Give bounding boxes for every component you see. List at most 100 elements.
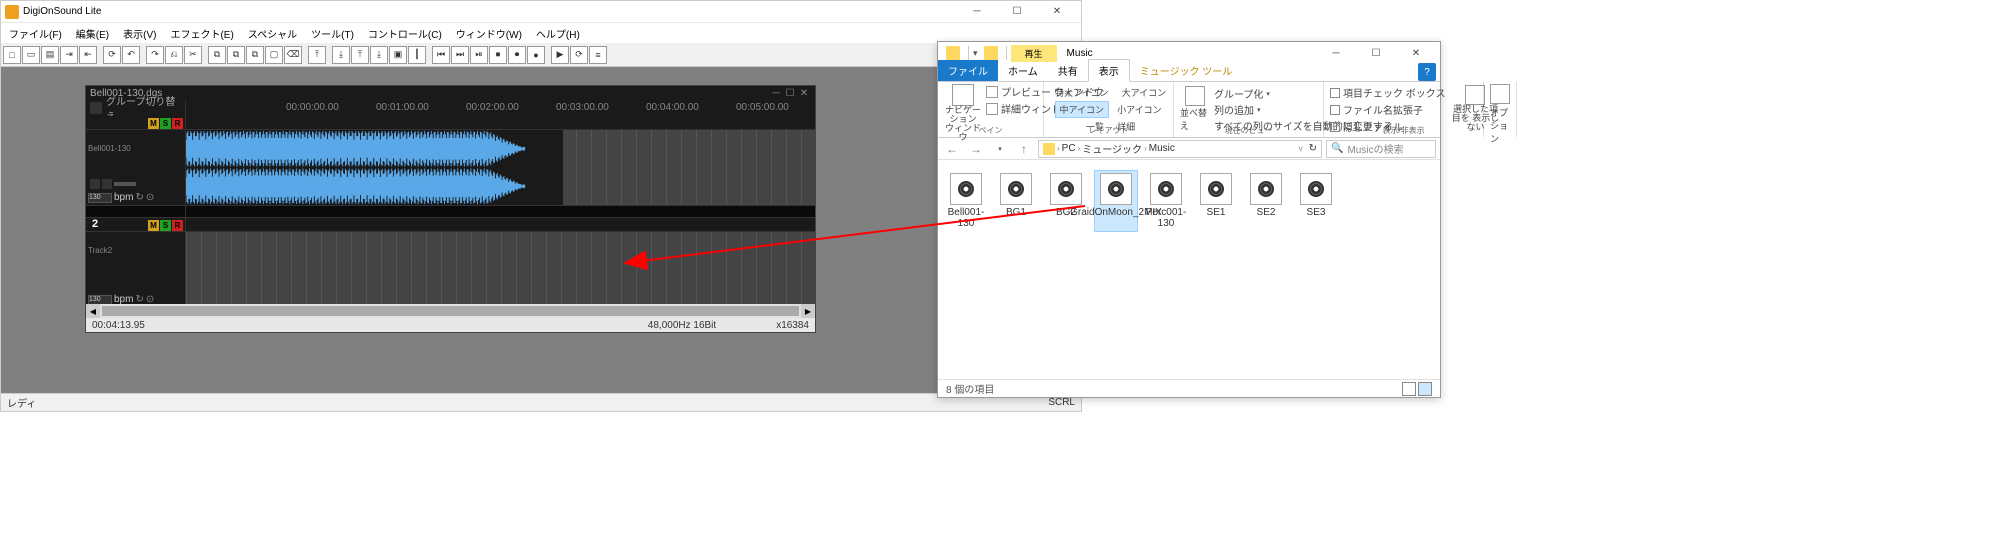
item-checkbox-toggle[interactable]: 項目チェック ボックス	[1330, 85, 1445, 100]
view-large-icon[interactable]	[1418, 382, 1432, 396]
inner-close-button[interactable]: ✕	[797, 87, 811, 99]
toolbar-button[interactable]: ⤒	[308, 46, 326, 64]
time-ruler[interactable]: 00:00:00.00 00:01:00.00 00:02:00.00 00:0…	[286, 100, 815, 114]
ribbon-tab-home[interactable]: ホーム	[998, 60, 1048, 81]
track1-msr[interactable]: MSR	[148, 118, 183, 129]
breadcrumb-item[interactable]: PC	[1062, 143, 1076, 154]
menu-tool[interactable]: ツール(T)	[305, 24, 360, 43]
mini-icon[interactable]	[102, 179, 112, 189]
breadcrumb-item[interactable]: Music	[1149, 143, 1175, 154]
file-item[interactable]: Perc001-130	[1144, 170, 1188, 232]
menu-special[interactable]: スペシャル	[242, 24, 303, 43]
search-input[interactable]: 🔍 Musicの検索	[1326, 140, 1436, 158]
toolbar-button[interactable]: ⤓	[370, 46, 388, 64]
file-item[interactable]: BG1	[994, 170, 1038, 232]
menu-control[interactable]: コントロール(C)	[362, 24, 448, 43]
menu-view[interactable]: 表示(V)	[117, 24, 162, 43]
file-item[interactable]: SE3	[1294, 170, 1338, 232]
toolbar-button[interactable]: ⇤	[79, 46, 97, 64]
target-icon[interactable]: ⊙	[146, 294, 154, 304]
toolbar-button[interactable]: ≡	[589, 46, 607, 64]
toolbar-button[interactable]: ▤	[41, 46, 59, 64]
toolbar-button[interactable]: ⏭	[451, 46, 469, 64]
toolbar-button[interactable]: ⧉	[208, 46, 226, 64]
toolbar-button[interactable]: ↶	[122, 46, 140, 64]
toolbar-button[interactable]: ⏯	[470, 46, 488, 64]
refresh-icon[interactable]: ↻	[1309, 143, 1317, 154]
toolbar-button[interactable]: ⧉	[227, 46, 245, 64]
track1-header[interactable]: Bell001-130 bpm ↻ ⊙	[86, 130, 186, 206]
toolbar-button[interactable]: ●	[527, 46, 545, 64]
menu-file[interactable]: ファイル(F)	[3, 24, 68, 43]
toolbar-button[interactable]: ⇥	[60, 46, 78, 64]
help-icon[interactable]: ?	[1418, 63, 1436, 81]
ribbon-tab-music[interactable]: ミュージック ツール	[1130, 60, 1243, 81]
track2-bpm-input[interactable]	[88, 295, 112, 305]
maximize-button[interactable]: ☐	[997, 1, 1037, 23]
loop-icon[interactable]: ↻	[135, 294, 143, 304]
track1-bpm[interactable]: bpm ↻ ⊙	[88, 192, 154, 203]
toolbar-button[interactable]: ⌫	[284, 46, 302, 64]
breadcrumb-item[interactable]: ミュージック	[1082, 141, 1142, 156]
menu-edit[interactable]: 編集(E)	[70, 24, 115, 43]
toolbar-button[interactable]: ✂	[184, 46, 202, 64]
file-item[interactable]: Bell001-130	[944, 170, 988, 232]
loop-icon[interactable]: ↻	[135, 192, 143, 203]
view-s-button[interactable]: 小アイコン	[1112, 101, 1167, 118]
group-header[interactable]: グループ切り替え	[86, 100, 186, 116]
track2-msr[interactable]: MSR	[148, 220, 183, 231]
toolbar-button[interactable]: □	[3, 46, 21, 64]
file-item[interactable]: BG2	[1044, 170, 1088, 232]
inner-scrollbar[interactable]: ◀ ▶	[86, 304, 815, 318]
toolbar-button[interactable]: ▭	[22, 46, 40, 64]
menu-window[interactable]: ウィンドウ(W)	[450, 24, 528, 43]
toolbar-button[interactable]: ▶	[551, 46, 569, 64]
exp-minimize-button[interactable]: ─	[1316, 42, 1356, 64]
toolbar-button[interactable]: ⧉	[246, 46, 264, 64]
file-item[interactable]: SE1	[1194, 170, 1238, 232]
play-context-tab[interactable]: 再生	[1011, 45, 1057, 62]
toolbar-button[interactable]: ⏮	[432, 46, 450, 64]
ribbon-tab-file[interactable]: ファイル	[938, 60, 998, 81]
track1-bpm-input[interactable]	[88, 193, 112, 203]
toolbar-button[interactable]: ⟳	[103, 46, 121, 64]
view-details-icon[interactable]	[1402, 382, 1416, 396]
toolbar-button[interactable]: ⤒	[351, 46, 369, 64]
ribbon-tab-view[interactable]: 表示	[1088, 59, 1130, 82]
exp-close-button[interactable]: ✕	[1396, 42, 1436, 64]
scroll-thumb[interactable]	[102, 306, 799, 316]
exp-maximize-button[interactable]: ☐	[1356, 42, 1396, 64]
toolbar-button[interactable]: ⏺	[508, 46, 526, 64]
mini-slider[interactable]	[114, 182, 136, 186]
minimize-button[interactable]: ─	[957, 1, 997, 23]
scroll-right-button[interactable]: ▶	[801, 304, 815, 318]
track1-lane[interactable]	[186, 130, 815, 206]
options-icon[interactable]	[1490, 84, 1510, 104]
scroll-left-button[interactable]: ◀	[86, 304, 100, 318]
view-xl-button[interactable]: 特大アイコン	[1050, 84, 1114, 101]
close-button[interactable]: ✕	[1037, 1, 1077, 23]
toolbar-button[interactable]: ↷	[146, 46, 164, 64]
titlebar[interactable]: DigiOnSound Lite ─ ☐ ✕	[1, 1, 1081, 23]
toolbar-button[interactable]: ▢	[265, 46, 283, 64]
file-item[interactable]: SE2	[1244, 170, 1288, 232]
project-titlebar[interactable]: Bell001-130.dgs ─ ☐ ✕	[86, 86, 815, 100]
breadcrumb[interactable]: › PC › ミュージック › Music v ↻	[1038, 140, 1322, 158]
toolbar-button[interactable]: ⤓	[332, 46, 350, 64]
track2-bpm[interactable]: bpm ↻ ⊙	[88, 294, 154, 304]
file-list[interactable]: Bell001-130BG1BG2GraidOnMoon_2MIXPerc001…	[938, 160, 1440, 379]
inner-maximize-button[interactable]: ☐	[783, 87, 797, 99]
toolbar-button[interactable]: ⟳	[570, 46, 588, 64]
track2-header[interactable]: Track2 bpm ↻ ⊙	[86, 232, 186, 304]
track2-lane[interactable]	[186, 232, 815, 304]
target-icon[interactable]: ⊙	[146, 192, 154, 203]
file-item[interactable]: GraidOnMoon_2MIX	[1094, 170, 1138, 232]
file-ext-toggle[interactable]: ファイル名拡張子	[1330, 102, 1445, 117]
mini-icon[interactable]	[90, 179, 100, 189]
nav-pane-icon[interactable]	[952, 84, 974, 106]
track1-waveform[interactable]	[186, 130, 563, 205]
view-l-button[interactable]: 大アイコン	[1117, 84, 1172, 101]
inner-minimize-button[interactable]: ─	[769, 87, 783, 99]
ribbon-tab-share[interactable]: 共有	[1048, 60, 1088, 81]
toolbar-button[interactable]: ⎌	[165, 46, 183, 64]
